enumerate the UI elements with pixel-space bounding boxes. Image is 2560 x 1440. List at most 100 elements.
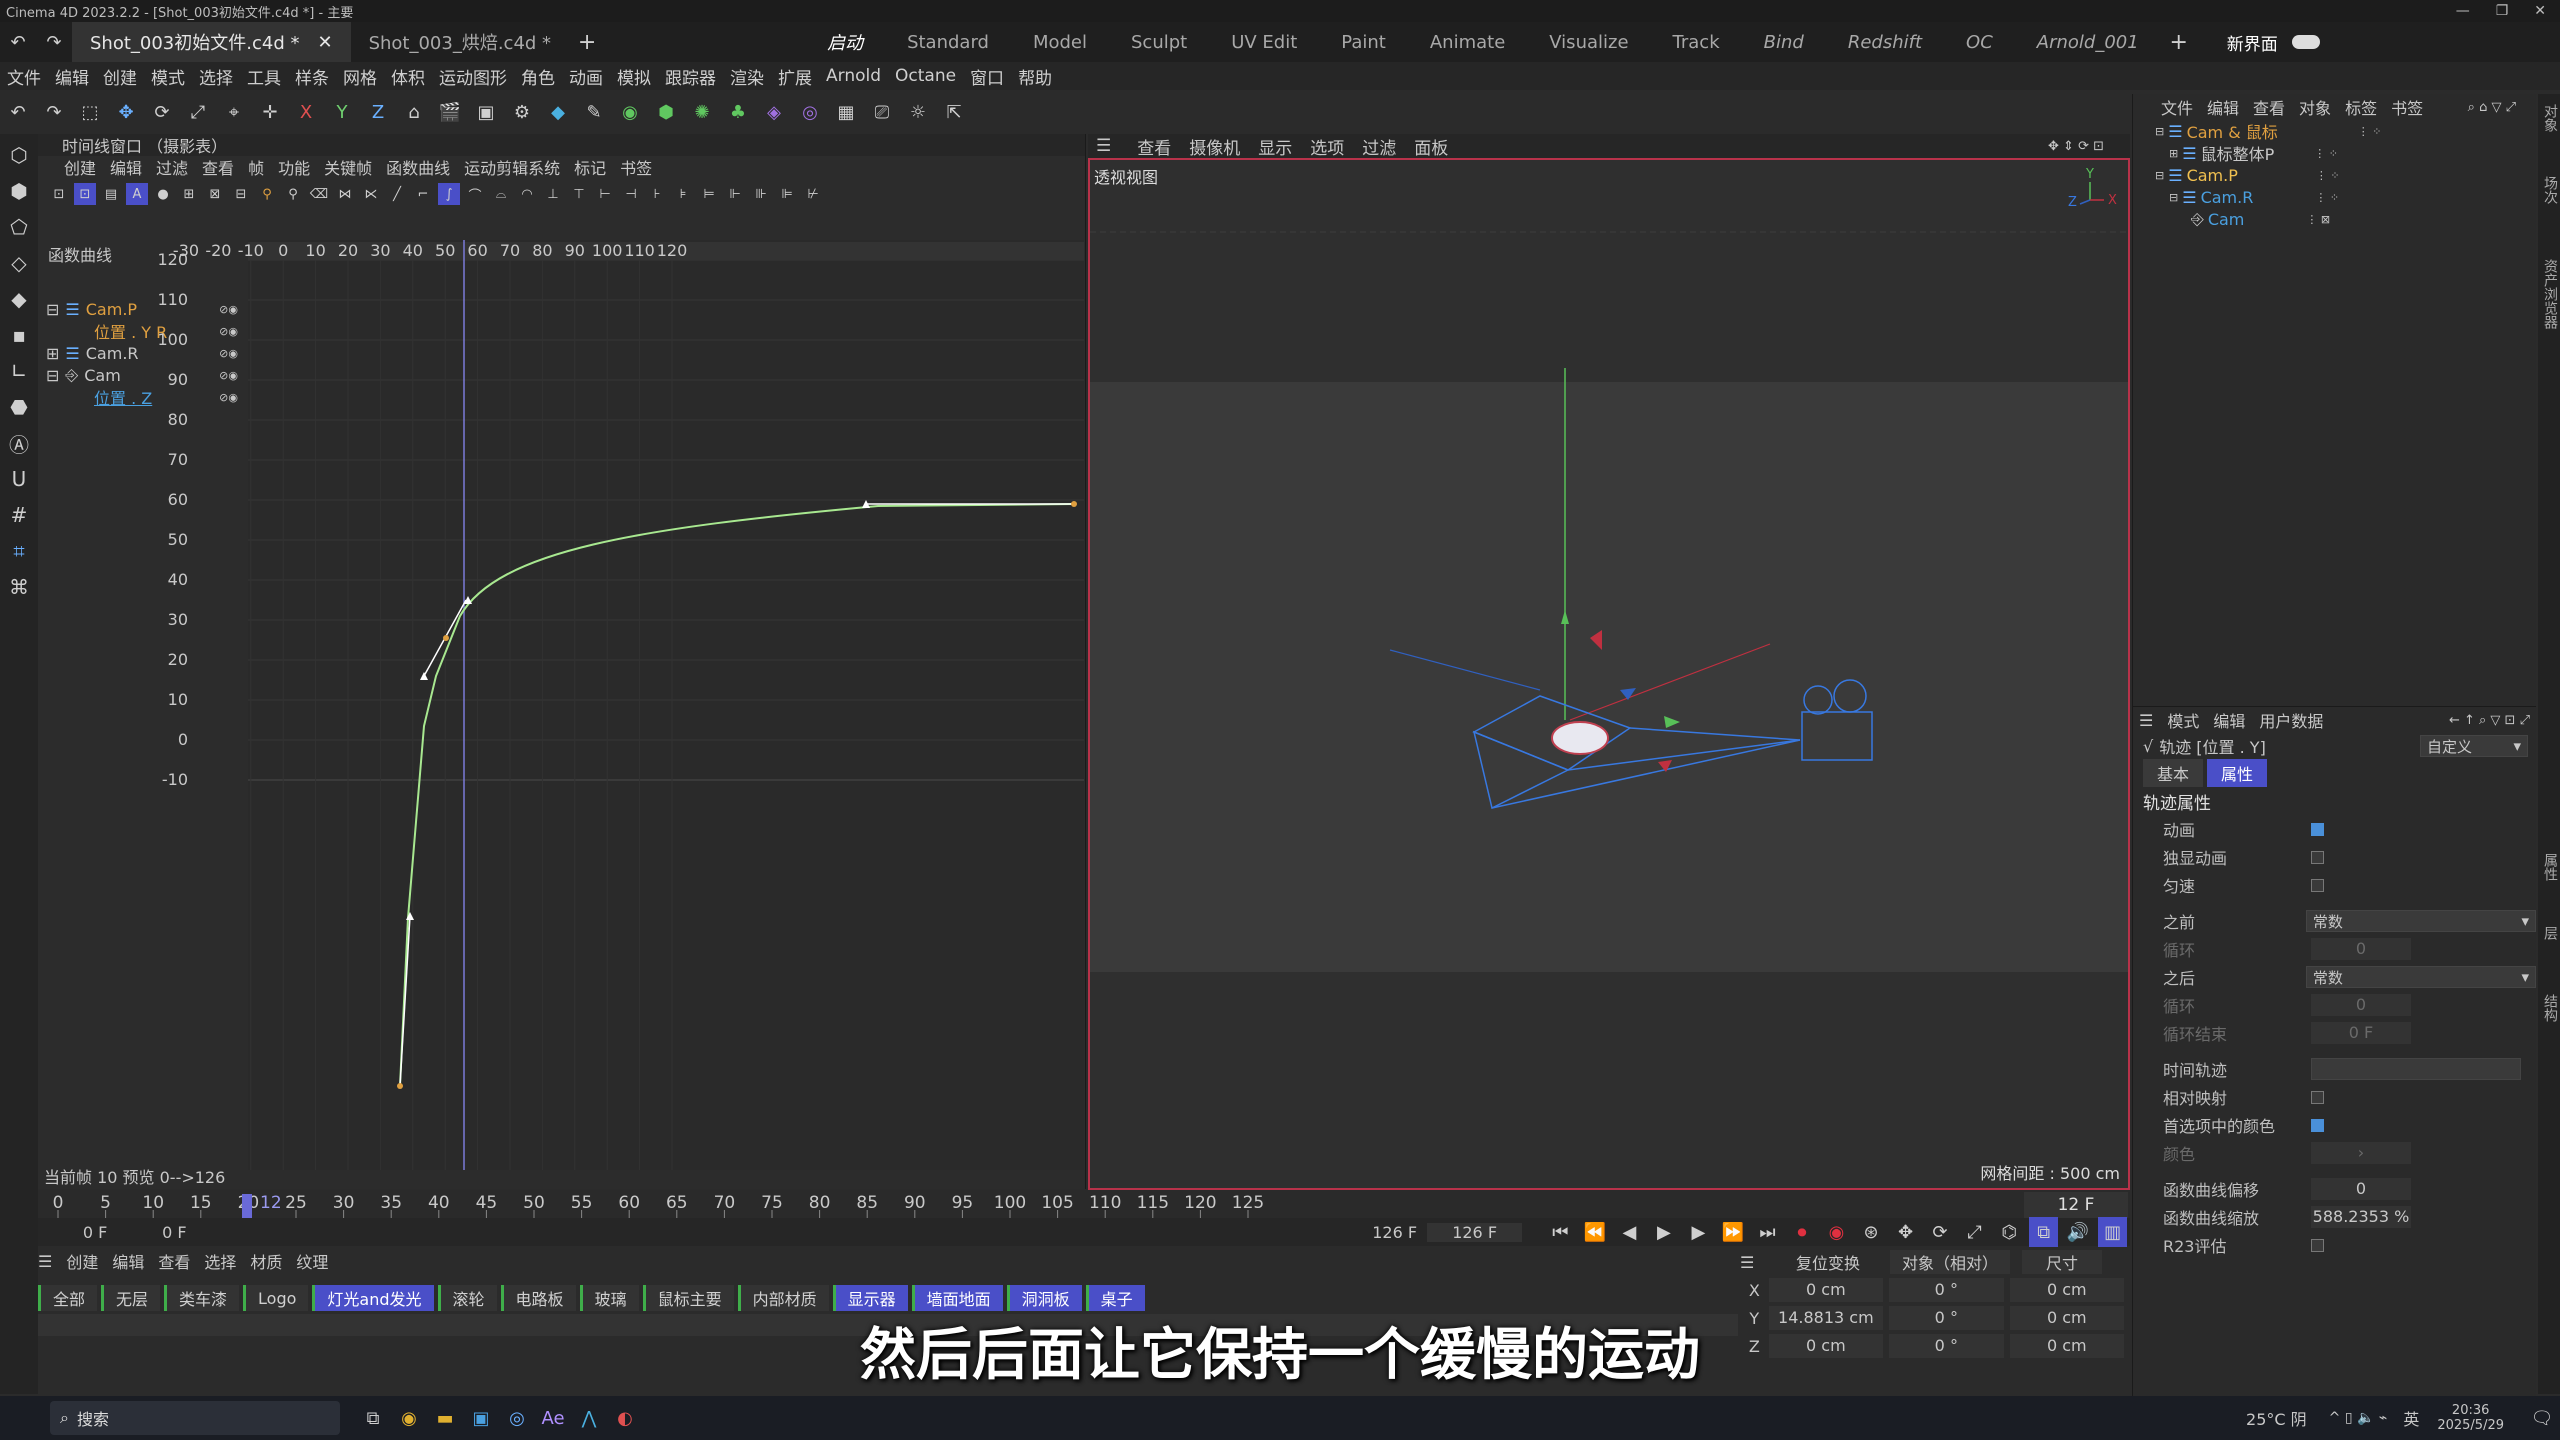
coord-pos-field[interactable]: 0 cm: [1768, 1278, 1884, 1302]
viewport-menu-view[interactable]: 查看: [1137, 134, 1171, 159]
attribute-checkbox[interactable]: [2311, 878, 2324, 892]
attribute-dropdown[interactable]: 常数 ▾: [2305, 966, 2536, 988]
tangent-lock-icon[interactable]: ⊢: [594, 183, 616, 205]
layout-tab-uvedit[interactable]: UV Edit: [1209, 22, 1319, 62]
doc-tab-2[interactable]: Shot_003_烘焙.c4d *: [351, 22, 569, 62]
material-tab[interactable]: 墙面地面: [911, 1285, 1003, 1311]
tab-properties[interactable]: 属性: [2207, 759, 2268, 787]
mat-menu-edit[interactable]: 编辑: [112, 1249, 144, 1273]
mat-menu-view[interactable]: 查看: [158, 1249, 190, 1273]
frame-all-icon[interactable]: ⊞: [178, 183, 200, 205]
menu-character[interactable]: 角色: [514, 64, 562, 89]
material-tab[interactable]: Logo: [243, 1285, 309, 1311]
dopesheet-icon[interactable]: ⊡: [48, 183, 70, 205]
strip-tab-layers[interactable]: 层: [2542, 926, 2558, 940]
goto-end-icon[interactable]: ⏭: [1753, 1217, 1782, 1247]
timeline-menu-functions[interactable]: 功能: [278, 155, 310, 179]
menu-select[interactable]: 选择: [192, 64, 240, 89]
tangent-unify-icon[interactable]: ⋉: [360, 183, 382, 205]
render-view-icon[interactable]: 🎬: [435, 97, 465, 127]
magnet-icon[interactable]: Ս: [4, 464, 34, 494]
object-row[interactable]: ⊟ ☰ Cam.R ⋮ ⁘: [2133, 186, 2536, 208]
am-menu-mode[interactable]: 模式: [2167, 708, 2199, 732]
end-frame[interactable]: 126 F: [1427, 1222, 1523, 1242]
menu-volume[interactable]: 体积: [384, 64, 432, 89]
timeline-menu-edit[interactable]: 编辑: [110, 155, 142, 179]
goto-start-icon[interactable]: ⏮: [1546, 1217, 1575, 1247]
texture-icon[interactable]: ▪: [4, 320, 34, 350]
undo-icon[interactable]: ↶: [3, 27, 33, 57]
tangent-flat-icon[interactable]: ⊤: [568, 183, 590, 205]
position-key-icon[interactable]: ✥: [1891, 1217, 1920, 1247]
magnet-key-icon[interactable]: ⊪: [750, 183, 772, 205]
ripple-icon[interactable]: ⊫: [776, 183, 798, 205]
spline-interp-icon[interactable]: ∫: [438, 183, 460, 205]
snap-icon[interactable]: ⊩: [724, 183, 746, 205]
ease-both-icon[interactable]: ◠: [516, 183, 538, 205]
expand-icon[interactable]: ⊞: [2169, 147, 2178, 160]
play-icon[interactable]: ▶: [1650, 1217, 1679, 1247]
om-menu-object[interactable]: 对象: [2299, 95, 2331, 119]
sound-icon[interactable]: 🔊: [2064, 1217, 2093, 1247]
z-axis-icon[interactable]: Z: [363, 97, 393, 127]
tangent-break-icon[interactable]: ⋈: [334, 183, 356, 205]
doc-tab-1[interactable]: Shot_003初始文件.c4d * ✕: [72, 22, 351, 62]
menu-mode[interactable]: 模式: [144, 64, 192, 89]
subdivision-icon[interactable]: ◉: [615, 97, 645, 127]
expand-icon[interactable]: ⊟: [2155, 125, 2164, 138]
app2-icon[interactable]: ◐: [610, 1403, 640, 1433]
keyframe[interactable]: [397, 1083, 403, 1089]
add-layout-icon[interactable]: +: [2164, 27, 2194, 57]
layout-tab-sculpt[interactable]: Sculpt: [1109, 22, 1209, 62]
preview-start-frame[interactable]: 0 F: [152, 1223, 856, 1242]
tab-basic[interactable]: 基本: [2143, 759, 2204, 787]
menu-simulate[interactable]: 模拟: [610, 64, 658, 89]
frame-preview-icon[interactable]: ⊟: [230, 183, 252, 205]
om-menu-view[interactable]: 查看: [2253, 95, 2285, 119]
layout-tab-oc[interactable]: OC: [1944, 22, 2015, 62]
redo-icon[interactable]: ↷: [39, 97, 69, 127]
material-tab[interactable]: 鼠标主要: [642, 1285, 734, 1311]
pla-key-icon[interactable]: ⧉: [2029, 1217, 2058, 1247]
visibility-dots[interactable]: ⋮ ⁘: [2314, 147, 2338, 160]
object-row[interactable]: ⎆ Cam ⋮ ⊠: [2133, 208, 2536, 230]
tray-icons[interactable]: ^ ▯ 🔈 ⌁: [2329, 1410, 2388, 1426]
quantize-icon[interactable]: ⌘: [4, 572, 34, 602]
attribute-value[interactable]: 0: [2311, 1178, 2411, 1200]
layout-tab-arnold[interactable]: Arnold_001: [2015, 22, 2161, 62]
timeline-icon[interactable]: ▥: [2098, 1217, 2127, 1247]
preset-dropdown[interactable]: 自定义 ▾: [2420, 735, 2528, 757]
tangent-auto-icon[interactable]: ⊣: [620, 183, 642, 205]
search-icon[interactable]: ⌕ ⌂ ▽ ⤢: [2468, 100, 2522, 115]
field-icon[interactable]: ◈: [759, 97, 789, 127]
step-icon[interactable]: ⌐: [412, 183, 434, 205]
undo-icon[interactable]: ↶: [3, 97, 33, 127]
close-icon[interactable]: ✕: [2534, 3, 2546, 19]
strip-tab-structure[interactable]: 结构: [2542, 994, 2558, 1022]
viewport-menu-camera[interactable]: 摄像机: [1189, 134, 1240, 159]
ime-indicator[interactable]: 英: [2403, 1406, 2419, 1430]
app-icon[interactable]: ⋀: [574, 1403, 604, 1433]
attribute-checkbox[interactable]: [2311, 850, 2324, 864]
om-menu-tags[interactable]: 标签: [2345, 95, 2377, 119]
add-tab-icon[interactable]: +: [572, 27, 602, 57]
y-axis-icon[interactable]: Y: [327, 97, 357, 127]
aftereffects-icon[interactable]: Ae: [538, 1403, 568, 1433]
sphere-icon[interactable]: ●: [152, 183, 174, 205]
coord-mode-dropdown[interactable]: 对象（相对）: [1890, 1250, 2010, 1274]
overshoot-icon[interactable]: ⊦: [646, 183, 668, 205]
attribute-checkbox[interactable]: [2311, 822, 2324, 836]
select-icon[interactable]: ⬚: [75, 97, 105, 127]
mat-menu-texture[interactable]: 纹理: [296, 1249, 328, 1273]
axis-icon[interactable]: ∟: [4, 356, 34, 386]
move-icon[interactable]: ✥: [111, 97, 141, 127]
material-tab[interactable]: 内部材质: [737, 1285, 829, 1311]
viewport-menu-display[interactable]: 显示: [1258, 134, 1292, 159]
clock[interactable]: 20:36 2025/5/29: [2437, 1403, 2504, 1433]
model-mode-icon[interactable]: ⬡: [4, 140, 34, 170]
axis-move-icon[interactable]: ✛: [255, 97, 285, 127]
expand-icon[interactable]: ⊟: [2169, 191, 2178, 204]
render-icon[interactable]: ▣: [471, 97, 501, 127]
material-tab[interactable]: 无层: [101, 1285, 161, 1311]
task-view-icon[interactable]: ⧉: [358, 1403, 388, 1433]
